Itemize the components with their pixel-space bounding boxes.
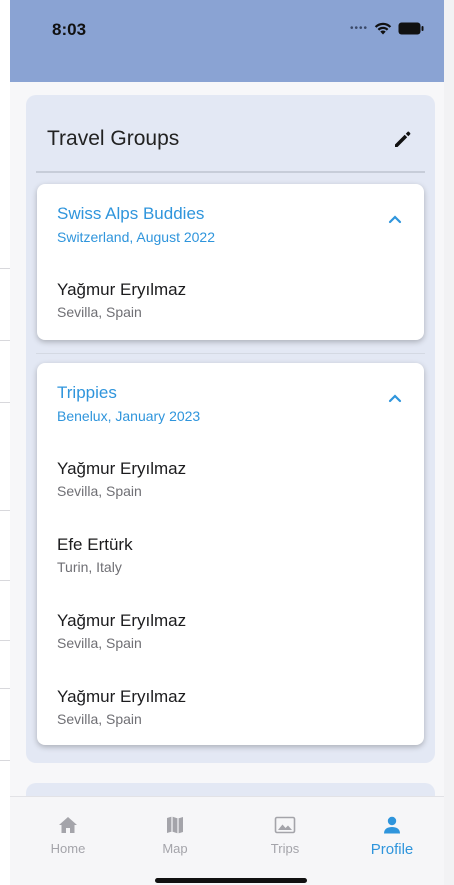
- group-name: Swiss Alps Buddies: [57, 204, 205, 223]
- group-divider: [36, 353, 425, 354]
- person-icon: [384, 816, 400, 834]
- tab-bar: Home Map Trips Profile: [10, 796, 444, 885]
- member-name: Yağmur Eryılmaz: [57, 687, 187, 706]
- divider-line: [0, 402, 10, 403]
- member-name: Yağmur Eryılmaz: [57, 280, 187, 299]
- phone-screen: 8:03 •••• Travel Groups Swiss Alps Buddi…: [10, 0, 444, 885]
- divider-line: [0, 268, 10, 269]
- group-name: Trippies: [57, 383, 117, 402]
- member-name: Efe Ertürk: [57, 535, 133, 554]
- divider-line: [0, 640, 10, 641]
- edit-button[interactable]: [391, 127, 415, 151]
- member-item[interactable]: Efe Ertürk Turin, Italy: [37, 511, 424, 587]
- status-time: 8:03: [52, 20, 87, 39]
- member-item[interactable]: Yağmur Eryılmaz Sevilla, Spain: [37, 663, 424, 739]
- divider-line: [0, 580, 10, 581]
- tab-label: Map: [162, 841, 188, 856]
- group-card: Trippies Benelux, January 2023 Yağmur Er…: [37, 363, 424, 745]
- home-indicator: [155, 878, 307, 883]
- tab-trips[interactable]: Trips: [245, 813, 325, 856]
- travel-groups-panel: Travel Groups Swiss Alps Buddies Switzer…: [26, 95, 435, 763]
- member-item[interactable]: Yağmur Eryılmaz Sevilla, Spain: [37, 256, 424, 332]
- map-icon: [167, 816, 183, 834]
- divider-line: [0, 688, 10, 689]
- tab-map[interactable]: Map: [135, 813, 215, 856]
- member-location: Turin, Italy: [57, 559, 122, 575]
- title-divider: [36, 171, 425, 173]
- tab-home[interactable]: Home: [28, 813, 108, 856]
- member-item[interactable]: Yağmur Eryılmaz Sevilla, Spain: [37, 435, 424, 511]
- divider-line: [0, 510, 10, 511]
- tab-label: Profile: [370, 841, 414, 858]
- pencil-icon: [395, 131, 411, 147]
- battery-icon: [398, 22, 424, 35]
- member-name: Yağmur Eryılmaz: [57, 459, 187, 478]
- cellular-dots-icon: ••••: [349, 23, 368, 34]
- member-location: Sevilla, Spain: [57, 483, 142, 499]
- status-bar: 8:03 ••••: [10, 0, 444, 82]
- member-name: Yağmur Eryılmaz: [57, 611, 187, 630]
- tab-label: Home: [50, 841, 86, 856]
- tab-profile[interactable]: Profile: [352, 813, 432, 858]
- group-card: Swiss Alps Buddies Switzerland, August 2…: [37, 184, 424, 340]
- chevron-up-icon[interactable]: [388, 214, 402, 224]
- member-location: Sevilla, Spain: [57, 304, 142, 320]
- member-location: Sevilla, Spain: [57, 635, 142, 651]
- panel-title: Travel Groups: [47, 127, 180, 150]
- group-header[interactable]: Trippies Benelux, January 2023: [37, 363, 424, 435]
- divider-line: [0, 340, 10, 341]
- background-page-edge: [0, 0, 10, 885]
- member-location: Sevilla, Spain: [57, 711, 142, 727]
- group-header[interactable]: Swiss Alps Buddies Switzerland, August 2…: [37, 184, 424, 256]
- group-subtitle: Benelux, January 2023: [57, 408, 201, 424]
- home-icon: [59, 817, 77, 833]
- chevron-up-icon[interactable]: [388, 393, 402, 403]
- photo-icon: [274, 816, 296, 834]
- tab-label: Trips: [270, 841, 300, 856]
- member-item[interactable]: Yağmur Eryılmaz Sevilla, Spain: [37, 587, 424, 663]
- group-subtitle: Switzerland, August 2022: [57, 229, 215, 245]
- status-icons: ••••: [350, 22, 424, 35]
- divider-line: [0, 760, 10, 761]
- wifi-icon: [374, 22, 392, 35]
